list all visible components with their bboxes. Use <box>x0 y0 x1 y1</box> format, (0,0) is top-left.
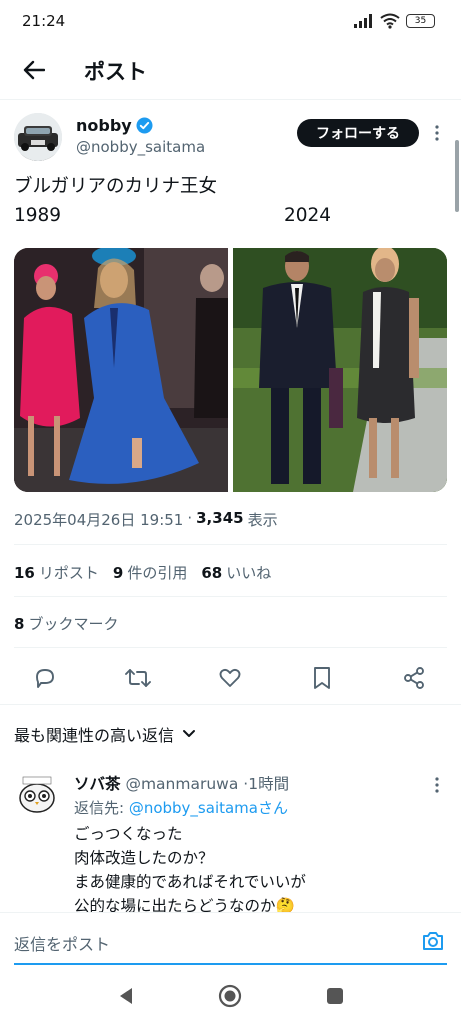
battery-icon: 35 <box>406 14 435 28</box>
system-nav-bar <box>0 968 461 1024</box>
repost-icon <box>125 669 151 687</box>
reply-text-line: ごっつくなった <box>74 825 183 843</box>
page-title: ポスト <box>84 60 147 84</box>
post-timestamp-line: 2025年04月26日 19:51 · 3,345 表示 <box>14 509 278 530</box>
bookmarks-label: ブックマーク <box>28 615 119 633</box>
back-arrow-icon <box>23 60 45 80</box>
signal-icon <box>354 14 372 28</box>
status-bar: 21:24 35 <box>0 0 461 42</box>
reposts-label: リポスト <box>38 564 99 582</box>
reply-time: 1時間 <box>248 775 290 793</box>
photo-2024[interactable] <box>233 248 447 492</box>
reply-composer: 返信をポスト <box>0 912 461 968</box>
reply-input[interactable]: 返信をポスト <box>14 931 110 955</box>
author-handle[interactable]: @nobby_saitama <box>76 138 205 156</box>
reply-text-line: 肉体改造したのか？ <box>74 849 214 867</box>
reply-button[interactable] <box>31 664 59 692</box>
post-text-year-left: 1989 <box>14 205 62 226</box>
like-button[interactable] <box>216 664 244 692</box>
post-timestamp[interactable]: 2025年04月26日 19:51 <box>14 509 183 530</box>
repost-button[interactable] <box>124 664 152 692</box>
post-header: ポスト <box>0 44 461 96</box>
nav-recents-icon <box>327 988 343 1004</box>
likes-count: 68 <box>201 564 223 582</box>
reply-to-mention[interactable]: @nobby_saitamaさん <box>129 799 288 817</box>
post-text: ブルガリアのカリナ王女 <box>14 176 217 197</box>
reply-text: ごっつくなった 肉体改造したのか？ まあ健康的であればそれでいいが 公的な場に出… <box>74 822 306 918</box>
author-name-text: nobby <box>76 116 132 135</box>
owl-avatar-image <box>14 771 60 817</box>
bookmark-icon <box>314 667 330 689</box>
reply-text-line: まあ健康的であればそれでいいが <box>74 873 306 891</box>
meta-divider <box>14 544 447 545</box>
reply-more-button[interactable] <box>432 776 442 794</box>
views-count: 3,345 <box>196 509 244 527</box>
share-icon <box>404 667 424 689</box>
status-icons: 35 <box>354 13 435 29</box>
bookmarks-divider <box>14 647 447 648</box>
reposts-count: 16 <box>14 564 35 582</box>
nav-back-button[interactable] <box>114 984 138 1008</box>
reply-icon <box>36 669 54 688</box>
likes-stat[interactable]: 68 いいね <box>201 562 271 583</box>
car-avatar-image <box>14 113 62 161</box>
bookmark-button[interactable] <box>308 664 336 692</box>
follow-button[interactable]: フォローする <box>297 119 419 147</box>
reposts-stat[interactable]: 16 リポスト <box>14 562 99 583</box>
more-icon <box>435 777 439 793</box>
scrollbar[interactable] <box>455 140 459 212</box>
back-button[interactable] <box>18 54 50 86</box>
reply-sort-dropdown[interactable]: 最も関連性の高い返信 <box>14 722 196 746</box>
chevron-down-icon <box>183 730 196 737</box>
reply-author-name: ソバ茶 <box>74 775 121 793</box>
bookmarks-count: 8 <box>14 615 25 633</box>
actions-divider <box>0 704 461 705</box>
post-more-button[interactable] <box>432 124 442 142</box>
author-display-name[interactable]: nobby <box>76 116 153 135</box>
quotes-count: 9 <box>112 564 124 582</box>
quotes-label: 件の引用 <box>127 564 188 582</box>
bookmarks-stat[interactable]: 8 ブックマーク <box>14 613 118 634</box>
post-text-year-right: 2024 <box>284 205 332 226</box>
post-media <box>14 248 447 492</box>
verified-badge-icon <box>136 117 153 134</box>
camera-icon <box>423 932 443 950</box>
battery-level: 35 <box>414 16 427 26</box>
reply-sort-label: 最も関連性の高い返信 <box>14 726 175 745</box>
photo-1989[interactable] <box>14 248 228 492</box>
wifi-icon <box>380 13 400 29</box>
likes-label: いいね <box>226 564 272 582</box>
like-icon <box>219 668 241 687</box>
nav-recents-button[interactable] <box>323 984 347 1008</box>
nav-home-button[interactable] <box>218 984 242 1008</box>
engagement-stats: 16 リポスト 9 件の引用 68 いいね <box>14 562 271 583</box>
photo-1989-image <box>14 248 228 492</box>
reply-input-underline <box>14 963 447 965</box>
status-time: 21:24 <box>22 12 66 30</box>
meta-separator: · <box>187 509 193 527</box>
photo-2024-image <box>233 248 447 492</box>
reply-author-handle: @manmaruwa <box>125 775 239 793</box>
nav-back-icon <box>120 988 132 1004</box>
reply-author-avatar[interactable] <box>14 771 60 817</box>
reply-to-prefix: 返信先: <box>74 799 129 817</box>
quotes-stat[interactable]: 9 件の引用 <box>113 562 187 583</box>
reply-author-line[interactable]: ソバ茶 @manmaruwa ·1時間 <box>74 772 289 794</box>
views-label: 表示 <box>247 511 278 529</box>
more-icon <box>435 125 439 141</box>
nav-home-icon <box>218 984 242 1008</box>
stats-divider <box>14 596 447 597</box>
share-button[interactable] <box>400 664 428 692</box>
author-avatar[interactable] <box>14 113 62 161</box>
camera-button[interactable] <box>421 929 445 953</box>
reply-to-line: 返信先: @nobby_saitamaさん <box>74 797 288 818</box>
post-action-bar <box>0 658 461 698</box>
header-divider <box>0 99 461 100</box>
